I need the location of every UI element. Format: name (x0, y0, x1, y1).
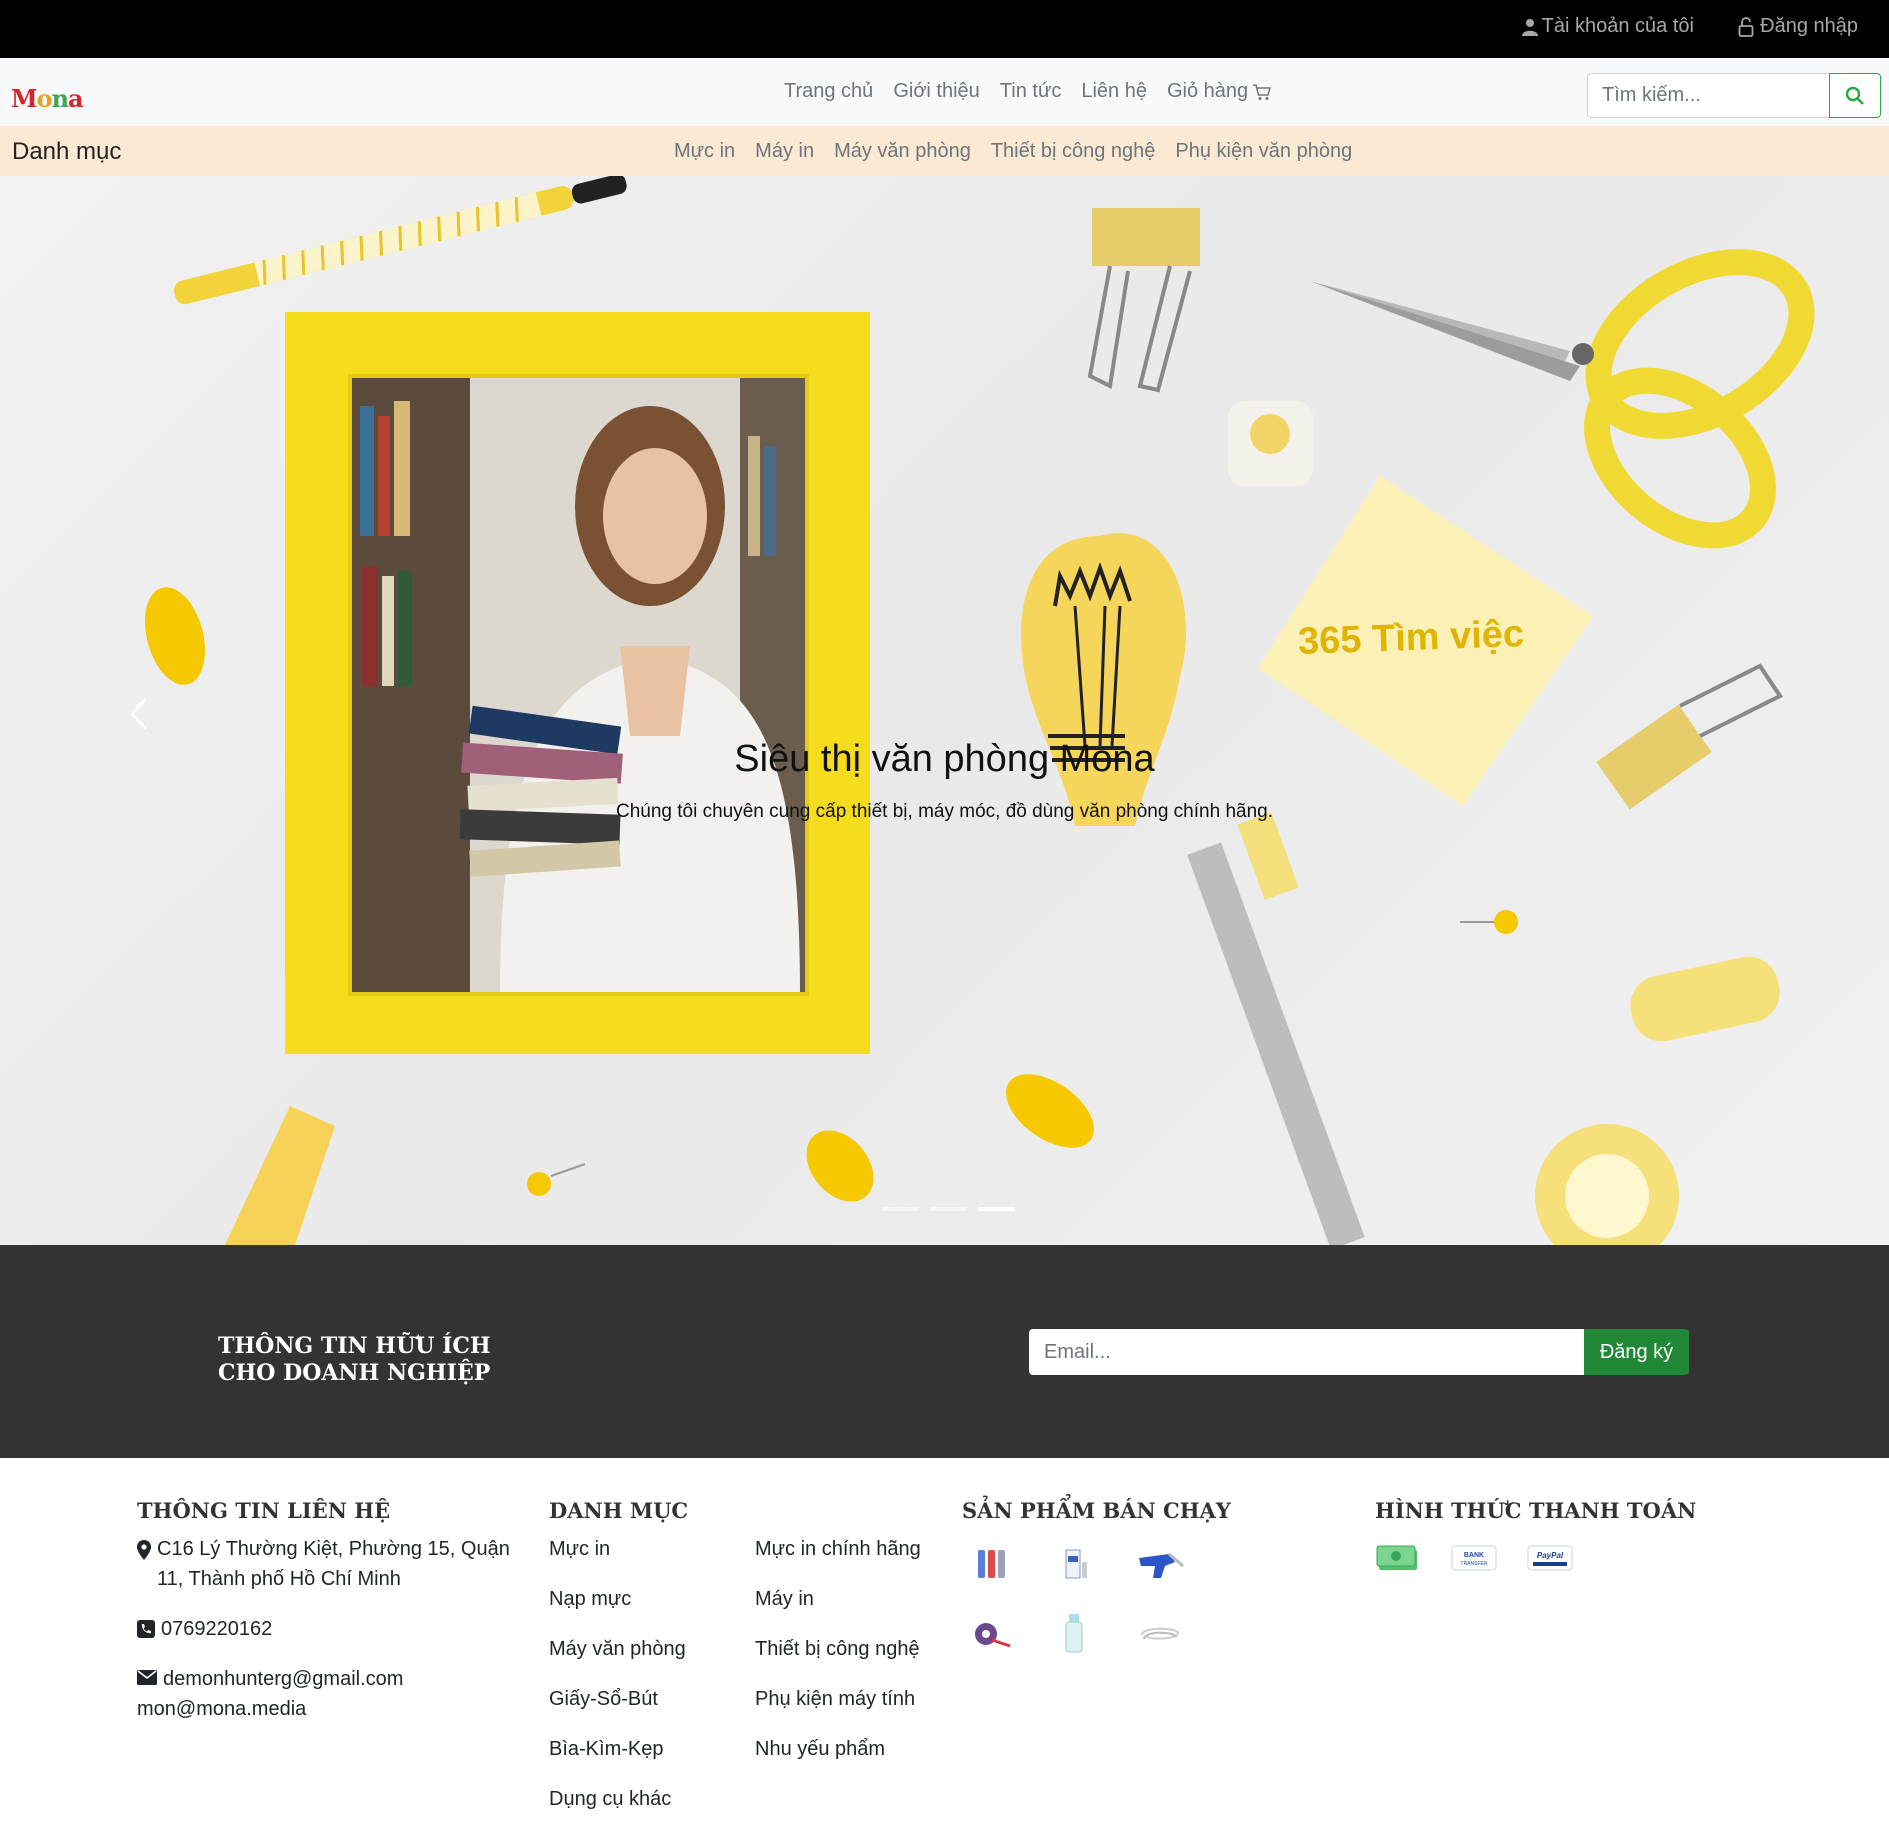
footer-link-ink[interactable]: Mực in (549, 1534, 686, 1584)
contact-email-row: demonhunterg@gmail.com mon@mona.media (137, 1664, 527, 1724)
svg-text:PayPal: PayPal (1537, 1551, 1564, 1560)
top-bar: Tài khoản của tôi Đăng nhập (0, 0, 1889, 58)
phone-icon (137, 1620, 155, 1638)
user-icon (1521, 18, 1538, 36)
mona-logo[interactable]: Mona (11, 84, 84, 113)
category-item-printer[interactable]: Máy in (755, 140, 814, 163)
footer-link-paper-notebook-pen[interactable]: Giấy-Sổ-Bút (549, 1684, 686, 1734)
search-icon (1845, 86, 1864, 105)
category-title[interactable]: Danh mục (12, 138, 121, 166)
envelope-icon (137, 1670, 157, 1685)
product-thumb-paper-clips[interactable] (1130, 1612, 1190, 1656)
contact-address-row: C16 Lý Thường Kiệt, Phường 15, Quận 11, … (137, 1534, 527, 1594)
category-item-tech-device[interactable]: Thiết bị công nghệ (991, 140, 1156, 163)
nav-about[interactable]: Giới thiệu (893, 80, 979, 103)
product-thumb-correction-pen[interactable] (1046, 1542, 1106, 1586)
main-menu: Trang chủ Giới thiệu Tin tức Liên hệ Giỏ… (784, 80, 1272, 103)
login-link[interactable]: Đăng nhập (1738, 15, 1858, 38)
hero-image (145, 176, 1815, 1245)
nav-contact[interactable]: Liên hệ (1081, 80, 1147, 103)
login-label: Đăng nhập (1760, 15, 1858, 37)
newsletter-title: THÔNG TIN HỮU ÍCH CHO DOANH NGHIỆP (218, 1333, 491, 1387)
hero-title: Siêu thị văn phòng Mona (734, 738, 1155, 780)
contact-email-2[interactable]: mon@mona.media (137, 1694, 403, 1724)
contact-phone-row: 0769220162 (137, 1614, 527, 1644)
footer-link-essentials[interactable]: Nhu yếu phẩm (755, 1734, 921, 1784)
carousel-indicator-active[interactable] (979, 1207, 1015, 1211)
main-navbar: Mona Trang chủ Giới thiệu Tin tức Liên h… (0, 58, 1889, 126)
product-thumb-glue-bottle[interactable] (1046, 1612, 1106, 1656)
payment-heading: HÌNH THỨC THANH TOÁN (1375, 1498, 1697, 1523)
contact-heading: THÔNG TIN LIÊN HỆ (137, 1498, 391, 1523)
categories-heading: DANH MỤC (549, 1498, 689, 1523)
carousel-indicator[interactable] (931, 1207, 967, 1211)
search-button[interactable] (1829, 73, 1881, 118)
footer-link-printer[interactable]: Máy in (755, 1584, 921, 1634)
product-thumb-markers[interactable] (962, 1542, 1022, 1586)
hero-caption: Siêu thị văn phòng Mona Chúng tôi chuyên… (0, 738, 1889, 823)
category-menu: Mực in Máy in Máy văn phòng Thiết bị côn… (674, 140, 1352, 163)
footer-link-tech-device[interactable]: Thiết bị công nghệ (755, 1634, 921, 1684)
search-input[interactable] (1587, 73, 1831, 118)
footer-link-refill[interactable]: Nạp mực (549, 1584, 686, 1634)
map-marker-icon (137, 1540, 151, 1560)
product-thumb-glue-gun[interactable] (1130, 1542, 1190, 1586)
footer-link-genuine-ink[interactable]: Mực in chính hãng (755, 1534, 921, 1584)
category-item-ink[interactable]: Mực in (674, 140, 735, 163)
product-thumb-tape-roll[interactable] (962, 1612, 1022, 1656)
footer-category-list-1: Mực in Nạp mực Máy văn phòng Giấy-Sổ-Bút… (549, 1534, 686, 1821)
svg-text:TRANSFER: TRANSFER (1461, 1561, 1488, 1567)
contact-phone[interactable]: 0769220162 (161, 1614, 272, 1644)
footer-link-other-tools[interactable]: Dụng cụ khác (549, 1784, 686, 1821)
category-bar: Danh mục Mực in Máy in Máy văn phòng Thi… (0, 126, 1889, 176)
cart-icon (1253, 83, 1272, 100)
contact-info: C16 Lý Thường Kiệt, Phường 15, Quận 11, … (137, 1534, 527, 1744)
contact-address: C16 Lý Thường Kiệt, Phường 15, Quận 11, … (157, 1538, 510, 1590)
footer-category-list-2: Mực in chính hãng Máy in Thiết bị công n… (755, 1534, 921, 1784)
footer-link-folder-clip[interactable]: Bìa-Kìm-Kẹp (549, 1734, 686, 1784)
newsletter-section: THÔNG TIN HỮU ÍCH CHO DOANH NGHIỆP Đăng … (0, 1245, 1889, 1458)
bestsellers-heading: SẢN PHẨM BÁN CHẠY (962, 1498, 1231, 1523)
carousel-prev-arrow[interactable] (124, 689, 154, 739)
footer-link-pc-accessory[interactable]: Phụ kiện máy tính (755, 1684, 921, 1734)
cash-payment-icon (1375, 1542, 1421, 1574)
nav-cart-label: Giỏ hàng (1166, 80, 1249, 102)
newsletter-title-line1: THÔNG TIN HỮU ÍCH (218, 1333, 491, 1359)
payment-methods: BANK TRANSFER PayPal (1375, 1542, 1573, 1574)
category-item-office-machine[interactable]: Máy văn phòng (834, 140, 971, 163)
bank-transfer-icon: BANK TRANSFER (1451, 1542, 1497, 1574)
lock-icon (1738, 16, 1754, 37)
chevron-left-icon (129, 697, 148, 731)
carousel-indicator[interactable] (883, 1207, 919, 1211)
newsletter-email-input[interactable] (1029, 1329, 1584, 1375)
paypal-icon: PayPal (1527, 1542, 1573, 1574)
category-item-office-accessory[interactable]: Phụ kiện văn phòng (1175, 140, 1352, 163)
hero-subtitle: Chúng tôi chuyên cung cấp thiết bị, máy … (615, 801, 1273, 822)
svg-text:BANK: BANK (1464, 1552, 1484, 1559)
nav-cart[interactable]: Giỏ hàng (1167, 80, 1272, 103)
hero-watermark: 365 Tìm việc (1297, 613, 1525, 663)
footer-link-office-machine[interactable]: Máy văn phòng (549, 1634, 686, 1684)
nav-news[interactable]: Tin tức (1000, 80, 1062, 103)
footer: THÔNG TIN LIÊN HỆ C16 Lý Thường Kiệt, Ph… (0, 1458, 1889, 1821)
subscribe-button[interactable]: Đăng ký (1584, 1329, 1689, 1375)
contact-email-1[interactable]: demonhunterg@gmail.com (163, 1664, 403, 1694)
my-account-link[interactable]: Tài khoản của tôi (1521, 15, 1694, 38)
bestseller-thumbnails (962, 1542, 1190, 1656)
newsletter-title-line2: CHO DOANH NGHIỆP (218, 1360, 491, 1386)
nav-home[interactable]: Trang chủ (784, 80, 873, 103)
contact-emails: demonhunterg@gmail.com mon@mona.media (137, 1664, 403, 1724)
my-account-label: Tài khoản của tôi (1541, 15, 1694, 37)
carousel-indicators (883, 1207, 1015, 1211)
hero-carousel: 365 Tìm việc Siêu thị văn phòng Mona Chú… (0, 176, 1889, 1245)
